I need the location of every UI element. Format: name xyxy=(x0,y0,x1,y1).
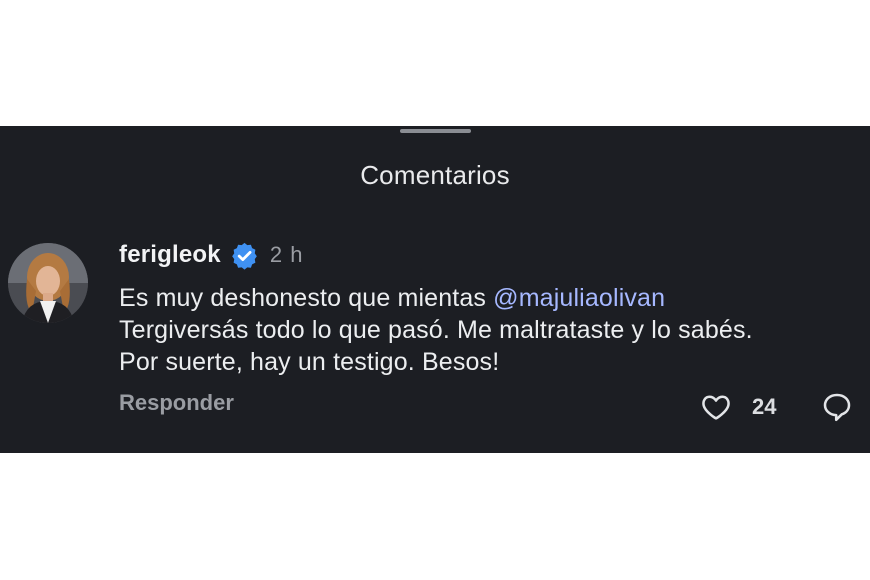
comment-line-1: Es muy deshonesto que mientas @majuliaol… xyxy=(119,282,864,314)
comment-bubble-icon xyxy=(823,393,851,422)
comment-header: ferigleok 2 h xyxy=(119,238,303,272)
comment-text: Es muy deshonesto que mientas @majuliaol… xyxy=(119,282,864,378)
comment-line-2: Tergiversás todo lo que pasó. Me maltrat… xyxy=(119,316,753,344)
reply-button[interactable]: Responder xyxy=(119,390,234,416)
reply-icon-button[interactable] xyxy=(819,388,855,426)
like-count: 24 xyxy=(752,394,777,419)
sheet-title: Comentarios xyxy=(360,160,510,190)
comments-sheet: Comentarios ferigleok 2 h Es muy deshone… xyxy=(0,126,870,453)
comment-timestamp: 2 h xyxy=(269,242,304,267)
screenshot-frame: Comentarios ferigleok 2 h Es muy deshone… xyxy=(0,0,870,580)
comment-text-part: Es muy deshonesto que mientas xyxy=(119,284,494,312)
avatar[interactable] xyxy=(8,243,88,323)
verified-badge-icon xyxy=(230,241,259,270)
drag-handle[interactable] xyxy=(400,129,471,133)
username[interactable]: ferigleok xyxy=(119,241,221,269)
avatar-image xyxy=(8,243,88,323)
mention-link[interactable]: majuliaolivan xyxy=(519,284,665,312)
like-button[interactable] xyxy=(697,388,735,426)
comment-line-3: Por suerte, hay un testigo. Besos! xyxy=(119,348,500,376)
heart-icon xyxy=(702,395,730,420)
threads-at-icon: @ xyxy=(493,284,519,312)
